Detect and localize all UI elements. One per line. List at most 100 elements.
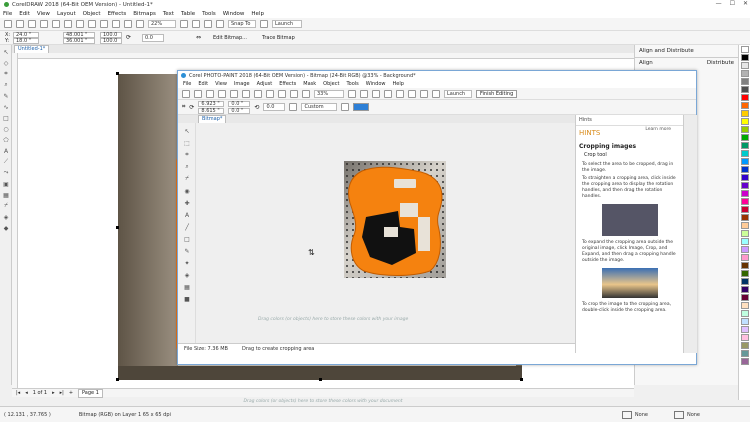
- launch-dropdown[interactable]: Launch: [272, 20, 302, 28]
- pp-text-tool-icon[interactable]: A: [183, 211, 191, 219]
- pp-menu-adjust[interactable]: Adjust: [257, 81, 273, 87]
- transparency-tool-icon[interactable]: ▦: [2, 191, 10, 199]
- learn-more-link[interactable]: Learn more: [645, 127, 671, 132]
- save-icon[interactable]: [28, 20, 36, 28]
- menu-tools[interactable]: Tools: [202, 11, 216, 17]
- pp-height-field[interactable]: 0.0 ": [228, 107, 251, 114]
- pp-zoom-field[interactable]: 33%: [314, 89, 344, 98]
- connector-tool-icon[interactable]: ⤳: [2, 169, 10, 177]
- color-swatch[interactable]: [741, 350, 749, 357]
- color-swatch[interactable]: [741, 158, 749, 165]
- close-icon[interactable]: ✕: [743, 0, 748, 7]
- pp-mask-tool-icon[interactable]: ⬚: [183, 139, 191, 147]
- pp-zoom-tool-icon[interactable]: ⌕: [183, 163, 191, 171]
- color-swatch[interactable]: [741, 94, 749, 101]
- next-page-icon[interactable]: ▸: [52, 390, 55, 396]
- redo-icon[interactable]: [100, 20, 108, 28]
- pp-fullscreen-icon[interactable]: [360, 89, 368, 98]
- pp-eyedropper-icon[interactable]: ⌿: [183, 175, 191, 183]
- color-swatch[interactable]: [741, 78, 749, 85]
- pp-object-icon[interactable]: [420, 89, 428, 98]
- pp-crop-tool-icon[interactable]: ⌗: [183, 151, 191, 159]
- finish-editing-button[interactable]: Finish Editing: [476, 89, 518, 98]
- color-swatch[interactable]: [741, 54, 749, 61]
- color-swatch[interactable]: [741, 110, 749, 117]
- pp-print-icon[interactable]: [218, 89, 226, 98]
- minimize-icon[interactable]: —: [716, 0, 722, 7]
- pp-clone-icon[interactable]: ✚: [183, 199, 191, 207]
- pp-menu-mask[interactable]: Mask: [303, 81, 316, 87]
- color-swatch[interactable]: [741, 62, 749, 69]
- color-swatch[interactable]: [741, 310, 749, 317]
- pp-x-field[interactable]: 6.923 ": [198, 100, 225, 107]
- pp-cut-icon[interactable]: [230, 89, 238, 98]
- add-page-icon[interactable]: +: [69, 390, 73, 396]
- pp-menu-object[interactable]: Object: [323, 81, 339, 87]
- color-swatch[interactable]: [741, 70, 749, 77]
- pp-menu-effects[interactable]: Effects: [279, 81, 296, 87]
- color-swatch[interactable]: [741, 222, 749, 229]
- pp-import-icon[interactable]: [290, 89, 298, 98]
- selection-handle[interactable]: [319, 378, 322, 381]
- pp-paint-tool-icon[interactable]: ✎: [183, 247, 191, 255]
- menu-view[interactable]: View: [37, 11, 50, 17]
- color-swatch[interactable]: [741, 270, 749, 277]
- tab-bitmap[interactable]: Bitmap*: [198, 115, 227, 123]
- fullscreen-icon[interactable]: [180, 20, 188, 28]
- grid-icon[interactable]: [204, 20, 212, 28]
- color-swatch[interactable]: [741, 142, 749, 149]
- pp-pick-tool-icon[interactable]: ↖: [183, 127, 191, 135]
- pp-guides-icon[interactable]: [384, 89, 392, 98]
- eyedropper-icon[interactable]: ⌿: [2, 202, 10, 210]
- pp-width-field[interactable]: 0.0 ": [228, 100, 251, 107]
- color-swatch[interactable]: [741, 230, 749, 237]
- pp-menu-view[interactable]: View: [215, 81, 227, 87]
- parallel-dimension-icon[interactable]: ⟋: [2, 158, 10, 166]
- snap-to-dropdown[interactable]: Snap To: [228, 20, 256, 28]
- pp-paste-icon[interactable]: [254, 89, 262, 98]
- selection-handle[interactable]: [116, 226, 119, 229]
- polygon-tool-icon[interactable]: ⬠: [2, 136, 10, 144]
- pp-angle-field[interactable]: 0.0: [263, 103, 286, 111]
- selection-handle[interactable]: [116, 72, 119, 75]
- pp-launch-dropdown[interactable]: Launch: [444, 89, 472, 98]
- copy-icon[interactable]: [64, 20, 72, 28]
- color-swatch[interactable]: [741, 166, 749, 173]
- pp-fill-tool-icon[interactable]: ◈: [183, 271, 191, 279]
- mirror-icon[interactable]: ⇔: [196, 34, 201, 41]
- import-icon[interactable]: [112, 20, 120, 28]
- color-swatch[interactable]: [741, 278, 749, 285]
- open-icon[interactable]: [16, 20, 24, 28]
- text-tool-icon[interactable]: A: [2, 147, 10, 155]
- pp-menu-file[interactable]: File: [183, 81, 191, 87]
- menu-text[interactable]: Text: [163, 11, 174, 17]
- crop-mode-icon[interactable]: ⌗: [182, 103, 185, 111]
- height-field[interactable]: 36.001 ": [63, 38, 95, 44]
- color-swatch[interactable]: [741, 214, 749, 221]
- color-swatch[interactable]: [741, 302, 749, 309]
- menu-file[interactable]: File: [3, 11, 12, 17]
- selection-handle[interactable]: [520, 378, 523, 381]
- rotate-crop-icon[interactable]: ⟳: [189, 104, 194, 111]
- pp-new-icon[interactable]: [182, 89, 190, 98]
- scale-y-field[interactable]: 100.0: [100, 38, 122, 44]
- pp-grid-icon[interactable]: [396, 89, 404, 98]
- color-swatch[interactable]: [741, 198, 749, 205]
- print-icon[interactable]: [40, 20, 48, 28]
- pp-effect-tool-icon[interactable]: ✦: [183, 259, 191, 267]
- crop-tool-icon[interactable]: ⌗: [2, 70, 10, 78]
- pp-menu-edit[interactable]: Edit: [198, 81, 208, 87]
- align-section-label[interactable]: Align: [639, 60, 653, 66]
- color-swatch[interactable]: [741, 126, 749, 133]
- distribute-section-label[interactable]: Distribute: [707, 60, 734, 66]
- rulers-icon[interactable]: [192, 20, 200, 28]
- pp-menu-tools[interactable]: Tools: [346, 81, 358, 87]
- guitar-body-bitmap[interactable]: [344, 161, 446, 278]
- guides-icon[interactable]: [216, 20, 224, 28]
- menu-effects[interactable]: Effects: [108, 11, 127, 17]
- drop-shadow-icon[interactable]: ▣: [2, 180, 10, 188]
- photopaint-canvas[interactable]: ⇅: [196, 123, 575, 343]
- ellipse-tool-icon[interactable]: ○: [2, 125, 10, 133]
- publish-pdf-icon[interactable]: [136, 20, 144, 28]
- pp-undo-icon[interactable]: [266, 89, 274, 98]
